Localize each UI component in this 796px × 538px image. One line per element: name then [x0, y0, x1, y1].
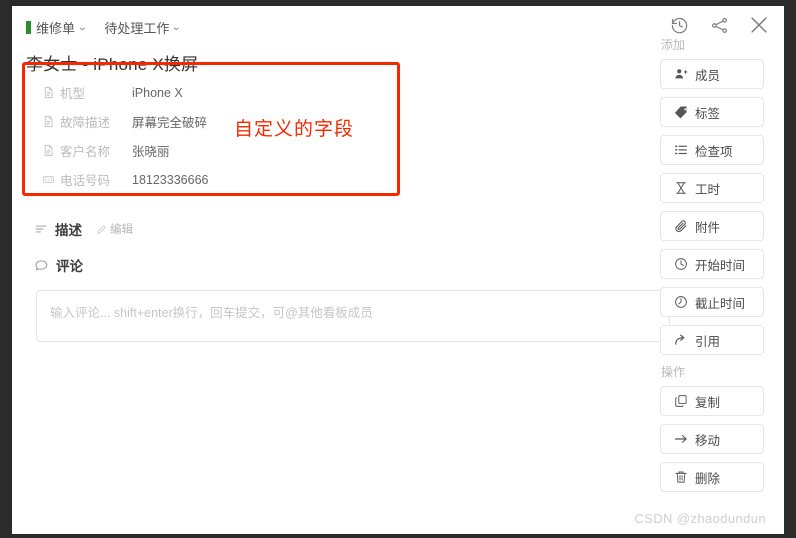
sidebar-button-label: 开始时间 [695, 258, 746, 273]
custom-field-label: 机型 [60, 87, 86, 101]
paperclip-icon [674, 219, 688, 233]
sidebar-button-start-time[interactable]: 开始时间 [660, 249, 764, 279]
right-sidebar: 添加 成员 标签 检查项 工时 附件 开始时间 截止时间 引用 操作 复制 移动… [660, 6, 784, 534]
card-detail-window: 维修单 ⌄ 待处理工作 ⌄ 李女士 - iPhone X换屏 自定义的字段 机型… [12, 6, 784, 534]
sidebar-button-label: 成员 [695, 68, 721, 83]
checklist-icon [674, 143, 688, 157]
sidebar-button-label: 复制 [695, 395, 721, 410]
sidebar-button-due-time[interactable]: 截止时间 [660, 287, 764, 317]
clock-start-icon [674, 257, 688, 271]
comment-section-header: 评论 [34, 255, 83, 275]
custom-field-label: 故障描述 [60, 116, 111, 130]
sidebar-button-label: 截止时间 [695, 296, 746, 311]
custom-field-value: 张晓丽 [132, 145, 170, 159]
custom-field-value: 屏幕完全破碎 [132, 116, 208, 130]
copy-icon [674, 394, 688, 408]
sidebar-button-quote[interactable]: 引用 [660, 325, 764, 355]
number-123-icon: 123 [42, 173, 60, 186]
description-edit-label: 编辑 [110, 224, 133, 236]
sidebar-button-attachment[interactable]: 附件 [660, 211, 764, 241]
trash-icon [674, 470, 688, 484]
lines-icon [34, 222, 48, 236]
sidebar-button-member[interactable]: 成员 [660, 59, 764, 89]
custom-field-label: 电话号码 [60, 174, 111, 188]
move-arrow-icon [674, 432, 688, 446]
sidebar-button-label: 引用 [695, 334, 721, 349]
watermark: CSDN @zhaodundun [634, 511, 766, 526]
sidebar-add-label: 添加 [661, 38, 686, 52]
clock-due-icon [674, 295, 688, 309]
tag-icon [674, 105, 688, 119]
quote-arrow-icon [674, 333, 688, 347]
sidebar-button-label: 检查项 [695, 144, 733, 159]
custom-fields-list: 机型 iPhone X 故障描述 屏幕完全破碎 客户名称 张晓丽 123 电话号… [42, 78, 392, 194]
custom-field-row[interactable]: 客户名称 张晓丽 [42, 136, 392, 165]
main-content: 李女士 - iPhone X换屏 自定义的字段 机型 iPhone X 故障描述… [12, 6, 670, 534]
document-icon [42, 86, 60, 99]
custom-field-value: iPhone X [132, 85, 183, 100]
document-icon [42, 144, 60, 157]
sidebar-button-delete[interactable]: 删除 [660, 462, 764, 492]
custom-field-row[interactable]: 故障描述 屏幕完全破碎 [42, 107, 392, 136]
sidebar-button-copy[interactable]: 复制 [660, 386, 764, 416]
sidebar-button-move[interactable]: 移动 [660, 424, 764, 454]
sidebar-actions-label: 操作 [661, 365, 686, 379]
sidebar-button-checklist[interactable]: 检查项 [660, 135, 764, 165]
description-title: 描述 [55, 223, 82, 238]
member-add-icon [674, 67, 688, 81]
sidebar-button-label: 移动 [695, 433, 721, 448]
description-edit-button[interactable]: 编辑 [96, 221, 133, 237]
sidebar-button-label: 删除 [695, 471, 721, 486]
description-section-header: 描述 编辑 [34, 219, 133, 239]
sidebar-button-label: 标签 [695, 106, 721, 121]
sidebar-button-tag[interactable]: 标签 [660, 97, 764, 127]
comment-title: 评论 [56, 259, 83, 274]
document-icon [42, 115, 60, 128]
svg-text:123: 123 [45, 177, 53, 182]
page-title: 李女士 - iPhone X换屏 [26, 55, 199, 74]
comment-input[interactable]: 输入评论... shift+enter换行，回车提交，可@其他看板成员 [36, 290, 670, 342]
custom-field-row[interactable]: 机型 iPhone X [42, 78, 392, 107]
sidebar-button-label: 工时 [695, 182, 721, 197]
custom-field-label: 客户名称 [60, 145, 111, 159]
sidebar-button-label: 附件 [695, 220, 721, 235]
hourglass-icon [674, 181, 688, 195]
comment-icon [34, 258, 49, 273]
custom-field-value: 18123336666 [132, 172, 209, 187]
sidebar-button-worktime[interactable]: 工时 [660, 173, 764, 203]
custom-field-row[interactable]: 123 电话号码 18123336666 [42, 165, 392, 194]
